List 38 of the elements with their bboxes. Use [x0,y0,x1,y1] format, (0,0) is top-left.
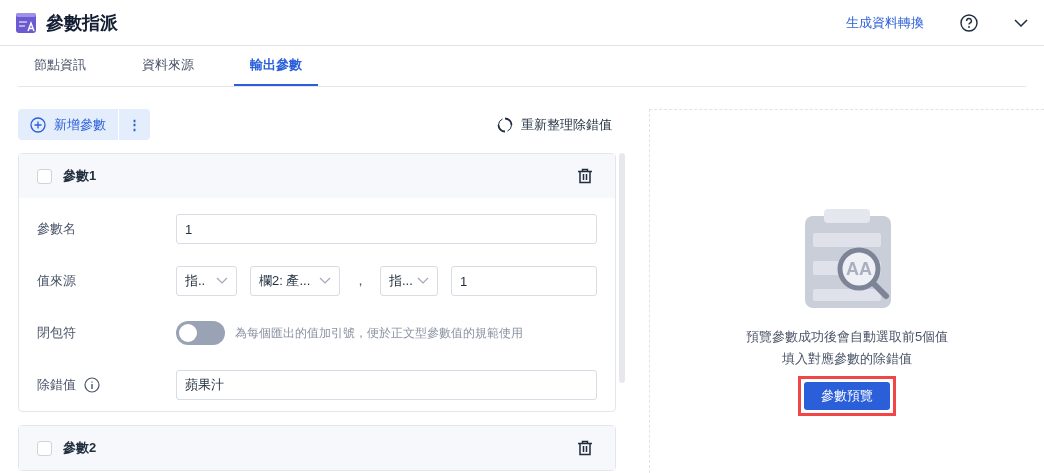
select-field[interactable]: 指.. [176,266,237,296]
chevron-down-icon [417,277,429,285]
field-label: 除錯值 [37,376,76,394]
app-icon [16,12,36,33]
select-field[interactable]: 欄2: 產... [250,266,340,296]
checkbox[interactable] [37,440,52,456]
tab[interactable]: 輸出參數 [234,46,318,86]
refresh-button[interactable]: 重新整理除錯值 [497,115,616,134]
parameter-title: 參數2 [63,439,98,457]
text-field[interactable]: 1 [451,266,597,296]
page-title: 參數指派 [46,11,119,35]
generate-link[interactable]: 生成資料轉換 [846,13,924,32]
hint-text: 為每個匯出的值加引號，便於正文型參數值的規範使用 [235,324,523,342]
select-field[interactable]: 指... [380,266,438,296]
separator-text: ， [352,272,368,290]
plus-circle-icon [30,116,46,133]
chevron-down-icon [319,277,331,285]
chevron-down-icon[interactable] [1014,18,1028,27]
trash-icon[interactable] [577,440,593,456]
parameter-title: 參數1 [63,167,98,185]
refresh-icon [497,116,513,133]
field-label: 參數名 [37,220,76,238]
tab[interactable]: 資料來源 [126,46,210,86]
scrollbar[interactable] [619,153,625,383]
checkbox[interactable] [37,168,52,184]
preview-button[interactable]: 參數預覽 [804,382,890,410]
field-label: 值來源 [37,272,76,290]
preview-message: 預覽參數成功後會自動選取前5個值 填入對應參數的除錯值 [745,328,949,368]
text-field[interactable]: 1 [176,214,597,244]
toggle-switch[interactable] [176,321,225,345]
field-label: 閉包符 [37,324,76,342]
add-parameter-button[interactable]: 新增參數 [18,109,119,140]
help-icon[interactable] [960,13,978,32]
trash-icon[interactable] [577,168,593,184]
tab[interactable]: 節點資訊 [18,46,102,86]
chevron-down-icon [216,277,228,285]
more-button[interactable]: ⋮ [119,109,150,140]
text-field[interactable]: 蘋果汁 [176,370,597,400]
